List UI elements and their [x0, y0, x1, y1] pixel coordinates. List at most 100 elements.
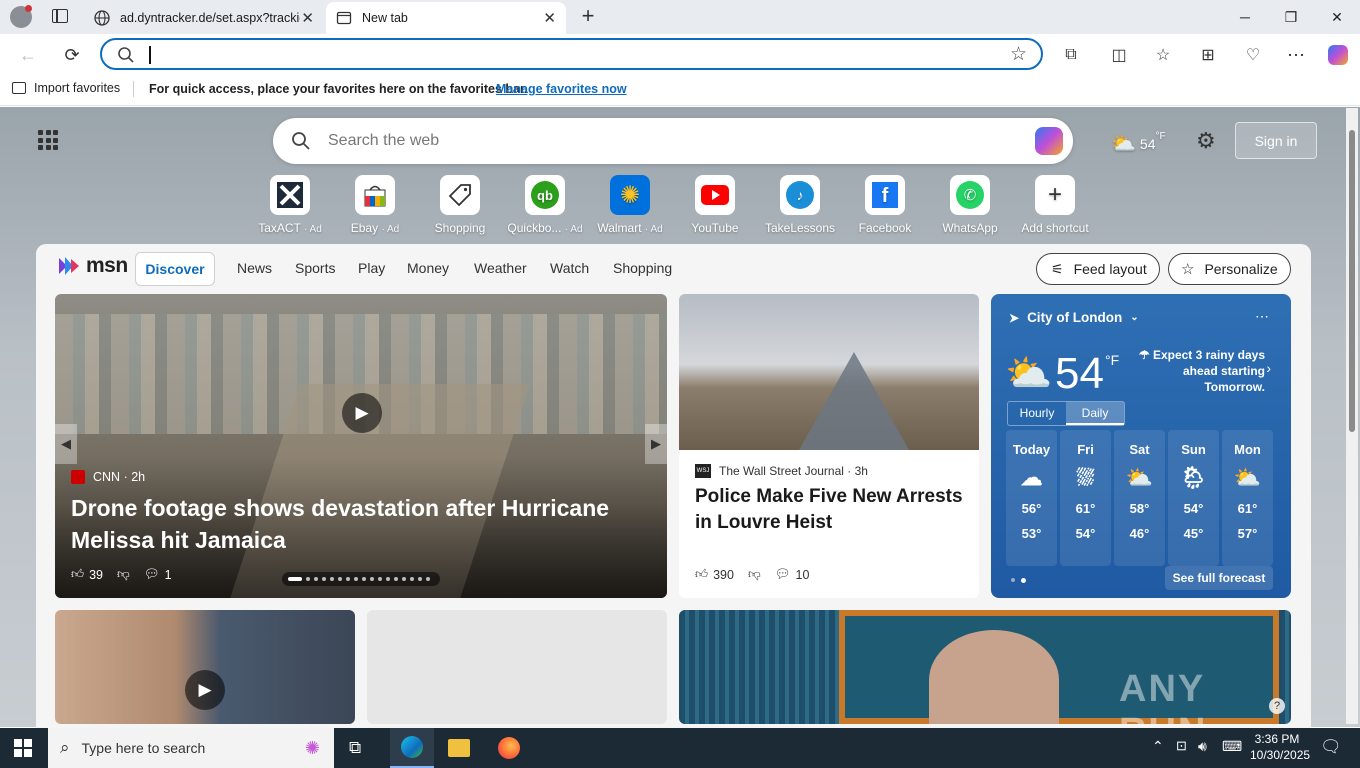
shortcut-takelessons[interactable]: ♪ TakeLessons — [755, 175, 845, 235]
see-full-forecast-link[interactable]: See full forecast — [1165, 566, 1273, 590]
favorites-icon[interactable]: ☆ — [1150, 42, 1176, 68]
favorites-hint: For quick access, place your favorites h… — [149, 82, 528, 96]
back-button[interactable]: ← — [15, 42, 41, 68]
card-source-name: The Wall Street Journal — [719, 464, 844, 478]
clock-date: 10/30/2025 — [1250, 748, 1311, 762]
tab-new-tab[interactable]: New tab ✕ — [326, 2, 566, 34]
edge-taskbar-icon[interactable] — [390, 728, 434, 768]
network-icon[interactable]: ⊡ — [1176, 738, 1187, 754]
copilot-search-icon[interactable] — [1035, 127, 1063, 155]
task-view-icon[interactable]: ⧉ — [349, 738, 361, 758]
minimize-button[interactable]: ─ — [1222, 0, 1268, 34]
copilot-icon[interactable] — [1325, 42, 1351, 68]
tab-sports[interactable]: Sports — [295, 260, 335, 276]
tab-hourly[interactable]: Hourly — [1008, 402, 1066, 425]
search-highlight-icon: ✺ — [304, 737, 320, 758]
sign-in-button[interactable]: Sign in — [1235, 122, 1317, 159]
tab-weather[interactable]: Weather — [474, 260, 527, 276]
refresh-button[interactable]: ⟳ — [59, 42, 85, 68]
weather-alert[interactable]: ☂ Expect 3 rainy days ahead starting Tom… — [1137, 347, 1265, 395]
personalize-button[interactable]: ☆ Personalize — [1168, 253, 1291, 285]
shortcut-youtube[interactable]: YouTube — [670, 175, 760, 235]
shortcut-facebook[interactable]: f Facebook — [840, 175, 930, 235]
feed-layout-button[interactable]: ⚟ Feed layout — [1036, 253, 1160, 285]
taskbar-search-box[interactable]: ⌕ Type here to search ✺ — [48, 728, 334, 768]
comment-icon[interactable]: 💬︎ — [144, 567, 160, 582]
notifications-icon[interactable]: 🗨︎ — [1320, 737, 1342, 757]
forecast-day-sun[interactable]: Sun 🌦︎ 54° 45° — [1168, 430, 1219, 566]
forecast-day-fri[interactable]: Fri ⛆ 61° 54° — [1060, 430, 1111, 566]
tab-daily[interactable]: Daily — [1066, 402, 1124, 425]
restore-button[interactable]: ❐ — [1268, 0, 1314, 34]
new-tab-button[interactable]: + — [576, 4, 600, 28]
card-title[interactable]: Police Make Five New Arrests in Louvre H… — [695, 484, 971, 536]
shortcut-taxact[interactable]: TaxACT · Ad — [245, 175, 335, 235]
close-tab-icon[interactable]: ✕ — [543, 9, 556, 27]
tab-shopping[interactable]: Shopping — [613, 260, 672, 276]
header-weather[interactable]: ⛅ 54 °F — [1111, 131, 1166, 156]
settings-gear-icon[interactable]: ⚙ — [1196, 128, 1216, 154]
tab-news[interactable]: News — [237, 260, 272, 276]
tab-money[interactable]: Money — [407, 260, 449, 276]
hero-card[interactable]: ▶ ◀ ▶ CNN · 2h Drone footage shows devas… — [55, 294, 667, 598]
import-favorites-label: Import favorites — [34, 81, 121, 95]
file-explorer-icon[interactable] — [448, 739, 470, 757]
forecast-day-mon[interactable]: Mon ⛅ 61° 57° — [1222, 430, 1273, 566]
forecast-day-sat[interactable]: Sat ⛅ 58° 46° — [1114, 430, 1165, 566]
news-card-video[interactable]: ANY RUN ? — [679, 610, 1291, 724]
tab-dyntracker[interactable]: ad.dyntracker.de/set.aspx?trackid ✕ — [84, 2, 324, 34]
browser-essentials-icon[interactable]: ♡ — [1240, 42, 1266, 68]
manage-favorites-link[interactable]: Manage favorites now — [496, 82, 627, 96]
shortcut-walmart[interactable]: ✺ Walmart · Ad — [585, 175, 675, 235]
shortcut-whatsapp[interactable]: ✆ WhatsApp — [925, 175, 1015, 235]
news-card-trump[interactable]: ▶ — [55, 610, 355, 724]
like-icon[interactable]: 👍︎ — [695, 567, 708, 582]
weather-more-icon[interactable]: ⋯ — [1255, 308, 1269, 325]
news-card-louvre[interactable]: WSJ The Wall Street Journal · 3h Police … — [679, 294, 979, 598]
dislike-icon[interactable]: 👎︎ — [748, 567, 761, 582]
split-screen-icon[interactable]: ◫ — [1106, 42, 1132, 68]
volume-icon[interactable]: 🔊︎ — [1198, 738, 1207, 755]
shortcut-shopping[interactable]: Shopping — [415, 175, 505, 235]
comment-icon[interactable]: 💬︎ — [775, 567, 791, 582]
forecast-day-name: Sat — [1129, 442, 1150, 457]
shortcut-label: TaxACT — [258, 221, 301, 235]
address-bar[interactable]: ☆ — [100, 38, 1043, 70]
web-search-box[interactable]: Search the web — [273, 118, 1073, 164]
more-menu-icon[interactable]: ⋯ — [1283, 42, 1309, 68]
location-row[interactable]: ➤ City of London ⌄ — [1009, 310, 1139, 325]
help-icon[interactable]: ? — [1269, 698, 1285, 714]
play-button[interactable]: ▶ — [342, 393, 382, 433]
apps-launcher-icon[interactable] — [38, 130, 58, 150]
forecast-day-today[interactable]: Today ☁ 56° 53° — [1006, 430, 1057, 566]
collections-icon[interactable]: ⊞ — [1195, 42, 1221, 68]
shortcut-ebay[interactable]: Ebay · Ad — [330, 175, 420, 235]
hero-title[interactable]: Drone footage shows devastation after Hu… — [71, 492, 631, 556]
like-icon[interactable]: 👍︎ — [71, 567, 84, 582]
msn-logo[interactable]: msn — [57, 254, 128, 278]
add-shortcut-button[interactable]: + Add shortcut — [1010, 175, 1100, 235]
tab-watch[interactable]: Watch — [550, 260, 589, 276]
tray-chevron-icon[interactable]: ⌃ — [1152, 738, 1164, 755]
ime-icon[interactable]: ⌨ — [1222, 738, 1242, 755]
favorite-star-icon[interactable]: ☆ — [1010, 43, 1027, 66]
play-button[interactable]: ▶ — [185, 670, 225, 710]
alert-chevron-icon[interactable]: › — [1266, 360, 1271, 376]
profile-icon[interactable] — [10, 5, 32, 28]
start-button[interactable] — [14, 739, 32, 757]
import-favorites-button[interactable]: Import favorites — [12, 81, 120, 95]
page-scrollbar[interactable] — [1346, 108, 1358, 724]
tab-play[interactable]: Play — [358, 260, 385, 276]
tab-discover[interactable]: Discover — [135, 252, 215, 286]
close-window-button[interactable]: ✕ — [1314, 0, 1360, 34]
shortcut-quickbooks[interactable]: qb Quickbo... · Ad — [500, 175, 590, 235]
forecast-high: 56° — [1021, 501, 1042, 516]
carousel-dots[interactable] — [282, 572, 440, 586]
extensions-icon[interactable]: ⧉ — [1058, 42, 1084, 68]
firefox-icon[interactable] — [498, 737, 520, 759]
close-tab-icon[interactable]: ✕ — [301, 9, 314, 27]
tab-actions-icon[interactable] — [52, 9, 68, 23]
pager-dots[interactable] — [1011, 578, 1026, 583]
dislike-icon[interactable]: 👎︎ — [117, 567, 130, 582]
clock[interactable]: 3:36 PM 10/30/2025 — [1250, 731, 1311, 763]
